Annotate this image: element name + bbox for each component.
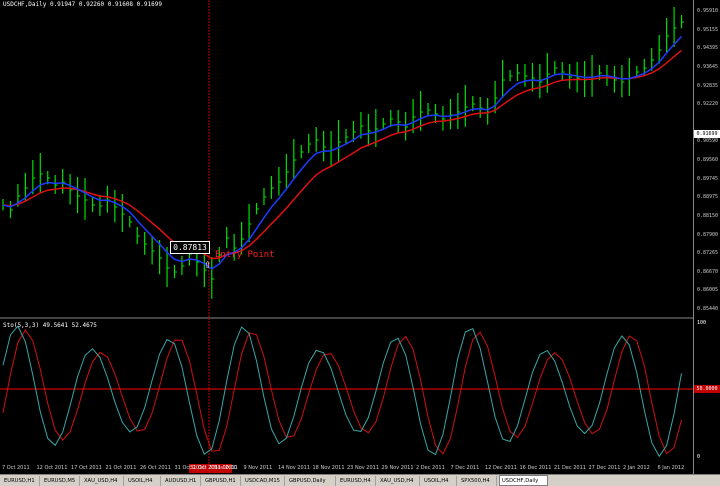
chart-tab[interactable]: XAU_USD,H4 [82, 476, 124, 486]
price-level-label: 0.95155 [697, 26, 719, 33]
date-tick-label: 9 Nov 2011 [243, 465, 273, 471]
price-level-label: 0.94395 [697, 45, 719, 52]
price-level-label: 0.89745 [697, 175, 719, 182]
up-arrow-icon: ⇧ [204, 261, 212, 271]
price-level-label: 0.90590 [697, 138, 719, 145]
chart-tab[interactable]: EURUSD,H4 [338, 476, 376, 486]
crosshair-price-box: 0.87813 [170, 241, 210, 254]
date-tick-label: 7 Oct 2011 [2, 465, 30, 471]
date-tick-label: 27 Dec 2011 [588, 465, 621, 471]
oscillator-min-label: 0 [697, 454, 701, 460]
date-tick-label: 29 Nov 2011 [381, 465, 414, 471]
chart-tabs-bar: EURUSD,H1 EURUSD,M5 XAU_USD,H4 USOIL,H4 AUDU… [0, 474, 720, 486]
chart-tab[interactable]: EURUSD,M5 [42, 476, 80, 486]
slow-moving-average [2, 49, 682, 260]
oscillator-title: Sto(5,3,3) 49.5641 52.4675 [3, 322, 97, 329]
chart-tab[interactable]: SPX500,H4 [459, 476, 497, 486]
price-level-label: 0.85440 [697, 306, 719, 312]
date-tick-label: 16 Dec 2011 [519, 465, 552, 471]
date-tick-label: 17 Oct 2011 [71, 465, 102, 471]
stochastic-main-line [2, 325, 682, 458]
price-level-label: 0.86005 [697, 287, 719, 294]
price-level-label: 0.88975 [697, 194, 719, 201]
fast-moving-average [2, 35, 683, 270]
oscillator-level-tag: 50.0000 [694, 385, 720, 393]
crosshair-date-label: 31 Oct 2011 00:00 [190, 465, 237, 471]
current-price-tag: 0.91699 [694, 130, 720, 138]
price-level-label: 0.95910 [697, 8, 719, 14]
price-level-label: 0.92220 [697, 101, 719, 108]
entry-point-annotation[interactable]: Entry Point [215, 250, 275, 260]
chart-tab[interactable]: USOIL,H4 [126, 476, 161, 486]
terminal-window: USDCHF,Daily 0.91947 0.92260 0.91608 0.9… [0, 0, 720, 486]
price-level-label: 0.92835 [697, 82, 719, 89]
price-level-label: 0.88150 [697, 212, 719, 219]
date-tick-label: 14 Nov 2011 [278, 465, 311, 471]
time-axis: 7 Oct 2011 12 Oct 2011 17 Oct 2011 21 Oct 2… [0, 464, 693, 474]
chart-tab[interactable]: XAU_USD,H4 [378, 476, 420, 486]
chart-tab[interactable]: AUDUSD,H1 [163, 476, 201, 486]
price-level-label: 0.93645 [697, 63, 719, 70]
date-tick-label: 12 Dec 2011 [485, 465, 517, 471]
date-tick-label: 23 Nov 2011 [347, 465, 380, 471]
price-chart-canvas[interactable] [0, 0, 693, 474]
price-scale[interactable]: 0.95910 0.95155 0.94395 0.93645 0.92835 0.922… [693, 0, 720, 474]
price-level-label: 0.89560 [697, 157, 719, 163]
price-bars [2, 7, 685, 299]
date-tick-label: 18 Nov 2011 [312, 465, 345, 471]
date-tick-label: 12 Oct 2011 [36, 465, 68, 471]
chart-area[interactable]: USDCHF,Daily 0.91947 0.92260 0.91608 0.9… [0, 0, 693, 474]
stochastic-signal-line [2, 329, 682, 455]
chart-tab[interactable]: GBPUSD,H1 [203, 476, 241, 486]
chart-tab[interactable]: USDCHF,Daily [499, 475, 548, 486]
date-tick-label: 2 Dec 2011 [416, 465, 445, 471]
chart-title: USDCHF,Daily 0.91947 0.92260 0.91608 0.9… [3, 1, 162, 8]
chart-tab[interactable]: USDCAD,M15 [243, 476, 285, 486]
price-level-label: 0.87265 [697, 250, 719, 257]
chart-tab[interactable]: GBPUSD,Daily [287, 476, 336, 486]
chart-tab[interactable]: USOIL,H4 [422, 476, 457, 486]
date-tick-label: 21 Dec 2011 [554, 465, 586, 471]
date-tick-label: 6 Jan 2012 [657, 465, 685, 471]
price-level-label: 0.86670 [697, 268, 719, 275]
date-tick-label: 21 Oct 2011 [105, 465, 137, 471]
oscillator-max-label: 100 [697, 320, 707, 326]
date-tick-label: 2 Jan 2012 [623, 465, 650, 471]
date-tick-label: 26 Oct 2011 [140, 465, 171, 471]
price-level-label: 0.87900 [697, 231, 719, 238]
chart-tab[interactable]: EURUSD,H1 [2, 476, 40, 486]
date-tick-label: 7 Dec 2011 [450, 465, 480, 471]
